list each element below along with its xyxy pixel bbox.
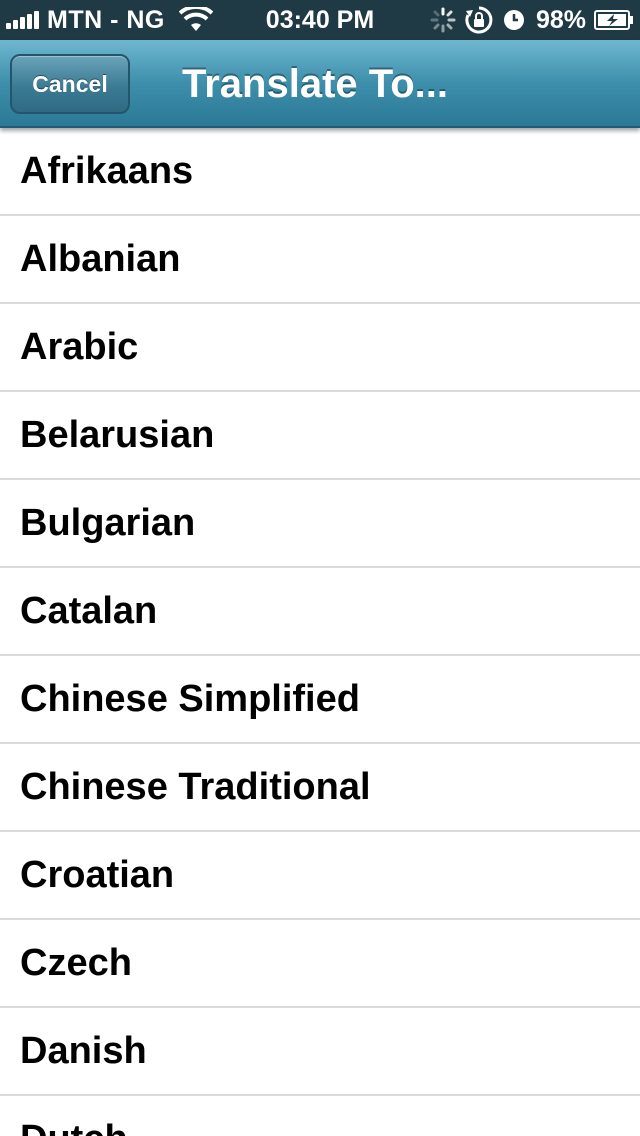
activity-spinner-icon xyxy=(430,7,456,33)
alarm-icon xyxy=(503,10,524,30)
battery-percent: 98% xyxy=(535,5,586,34)
language-list[interactable]: Afrikaans Albanian Arabic Belarusian Bul… xyxy=(0,128,640,1136)
page-title: Translate To... xyxy=(182,62,448,106)
list-item-language[interactable]: Bulgarian xyxy=(0,480,640,568)
list-item-language[interactable]: Afrikaans xyxy=(0,128,640,216)
rotation-lock-icon xyxy=(465,6,493,34)
battery-charging-icon xyxy=(594,10,633,30)
list-item-language[interactable]: Dutch xyxy=(0,1096,640,1136)
list-item-language[interactable]: Croatian xyxy=(0,832,640,920)
list-item-language[interactable]: Albanian xyxy=(0,216,640,304)
list-item-language[interactable]: Chinese Traditional xyxy=(0,744,640,832)
list-item-language[interactable]: Chinese Simplified xyxy=(0,656,640,744)
list-item-language[interactable]: Belarusian xyxy=(0,392,640,480)
navigation-bar: Cancel Translate To... xyxy=(0,40,640,128)
list-item-language[interactable]: Catalan xyxy=(0,568,640,656)
list-item-language[interactable]: Danish xyxy=(0,1008,640,1096)
list-item-language[interactable]: Arabic xyxy=(0,304,640,392)
status-bar: MTN - NG 03:40 PM 98% xyxy=(0,0,640,40)
status-right: 98% xyxy=(422,0,634,40)
cancel-button[interactable]: Cancel xyxy=(10,54,130,114)
list-item-language[interactable]: Czech xyxy=(0,920,640,1008)
